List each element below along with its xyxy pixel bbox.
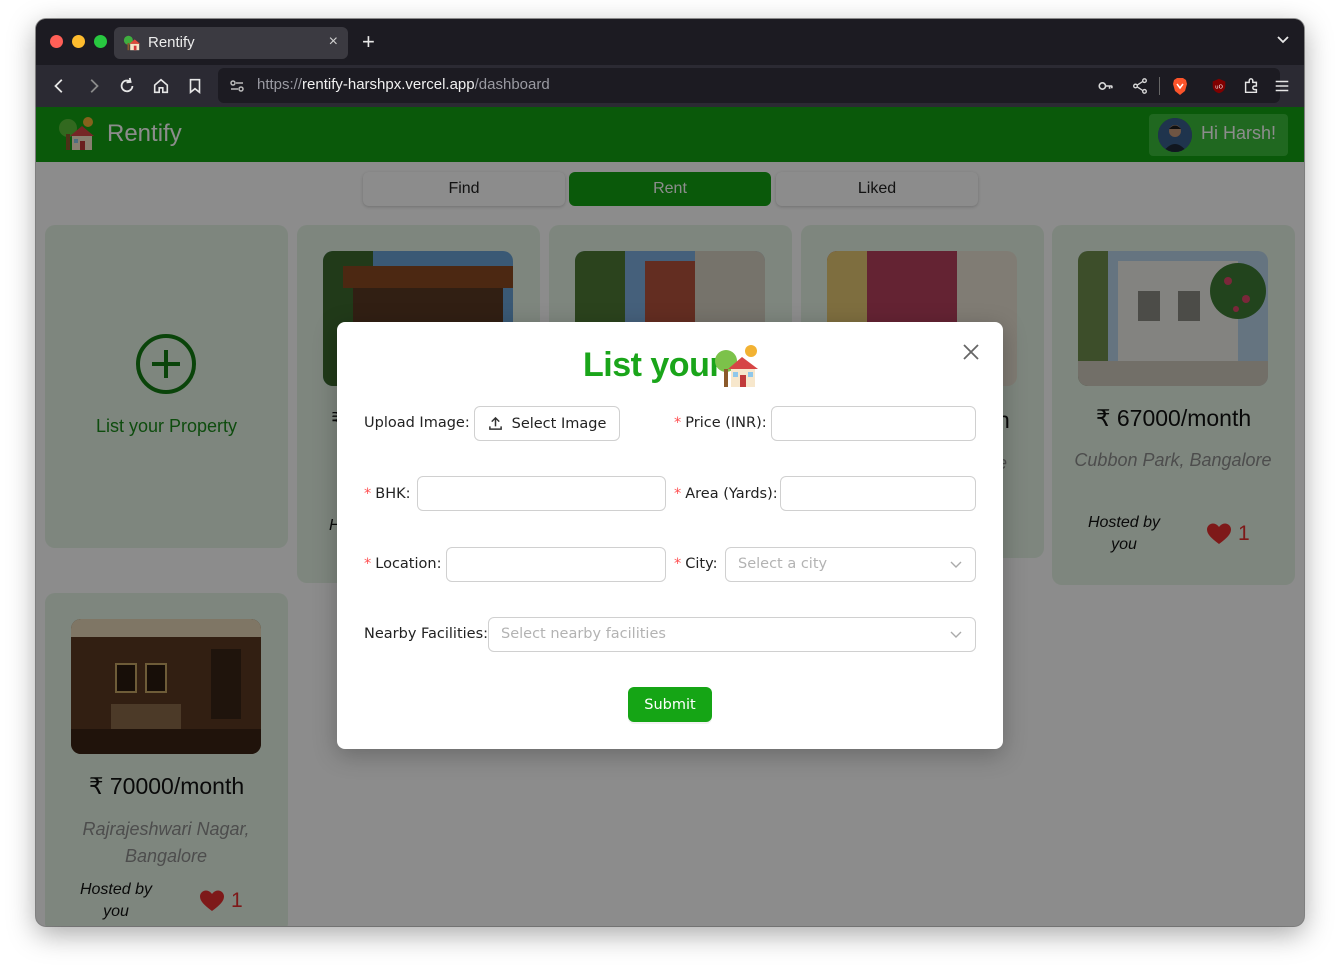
close-icon[interactable]: [961, 342, 981, 362]
menu-icon[interactable]: [1270, 74, 1294, 98]
url-divider: [1159, 77, 1160, 95]
area-input[interactable]: [780, 476, 976, 511]
list-property-modal: List your Upload Image: Select Image * Pr…: [337, 322, 1003, 749]
page-viewport: Rentify Hi Harsh! Find Rent Liked List y…: [36, 107, 1304, 926]
minimize-window-button[interactable]: [72, 35, 85, 48]
address-bar[interactable]: https://rentify-harshpx.vercel.app/dashb…: [218, 68, 1280, 103]
new-tab-button[interactable]: +: [362, 29, 375, 55]
browser-tab-rentify[interactable]: Rentify ×: [114, 27, 348, 59]
back-icon[interactable]: [48, 74, 72, 98]
bookmark-icon[interactable]: [183, 74, 207, 98]
price-input[interactable]: [771, 406, 976, 441]
location-label: * Location:: [364, 556, 442, 572]
site-settings-icon[interactable]: [228, 77, 246, 95]
select-image-label: Select Image: [511, 415, 607, 432]
browser-window: Rentify × + https://rentify-harshpx.verc…: [36, 19, 1304, 926]
city-placeholder: Select a city: [738, 556, 828, 572]
maximize-window-button[interactable]: [94, 35, 107, 48]
home-icon[interactable]: [149, 74, 173, 98]
house-icon: [715, 345, 758, 387]
chevron-down-icon: [950, 631, 962, 638]
bhk-label: * BHK:: [364, 486, 411, 502]
reload-icon[interactable]: [115, 74, 139, 98]
facilities-select[interactable]: Select nearby facilities: [488, 617, 976, 652]
modal-title: List your: [583, 346, 723, 384]
navigation-bar: https://rentify-harshpx.vercel.app/dashb…: [36, 65, 1304, 107]
city-select[interactable]: Select a city: [725, 547, 976, 582]
chevron-down-icon: [950, 561, 962, 568]
url-text[interactable]: https://rentify-harshpx.vercel.app/dashb…: [257, 76, 550, 93]
close-tab-icon[interactable]: ×: [329, 33, 338, 51]
share-icon[interactable]: [1130, 76, 1150, 96]
bhk-input[interactable]: [417, 476, 666, 511]
svg-text:uO: uO: [1215, 85, 1223, 91]
close-window-button[interactable]: [50, 35, 63, 48]
ublock-icon[interactable]: uO: [1207, 74, 1231, 98]
forward-icon[interactable]: [81, 74, 105, 98]
brave-shields-icon[interactable]: [1170, 76, 1190, 96]
upload-image-label: Upload Image:: [364, 415, 470, 431]
city-label: * City:: [674, 556, 718, 572]
browser-tab-title: Rentify: [148, 34, 195, 51]
price-label: * Price (INR):: [674, 415, 767, 431]
extensions-icon[interactable]: [1239, 74, 1263, 98]
rentify-favicon-icon: [123, 35, 141, 51]
area-label: * Area (Yards):: [674, 486, 778, 502]
facilities-label: Nearby Facilities:: [364, 626, 489, 642]
upload-icon: [488, 416, 502, 430]
select-image-button[interactable]: Select Image: [474, 406, 620, 441]
location-input[interactable]: [446, 547, 666, 582]
facilities-placeholder: Select nearby facilities: [501, 626, 666, 642]
submit-button[interactable]: Submit: [628, 687, 712, 722]
tab-bar: Rentify × +: [36, 19, 1304, 65]
key-icon[interactable]: [1096, 76, 1116, 96]
chevron-down-icon[interactable]: [1276, 33, 1290, 47]
